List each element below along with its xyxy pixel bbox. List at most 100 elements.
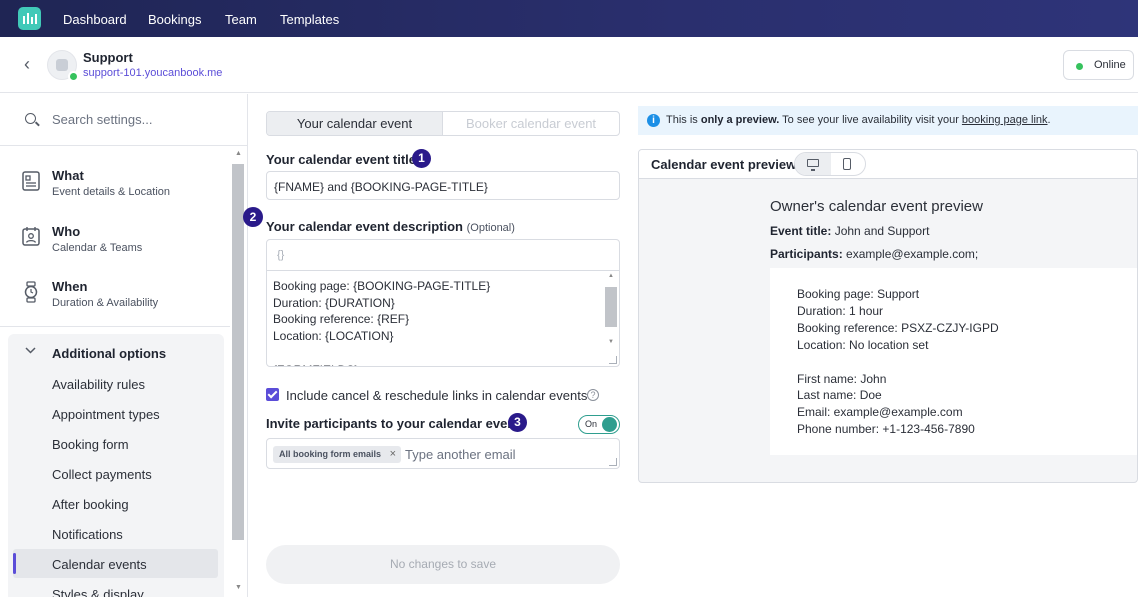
preview-body: Booking page: Support Duration: 1 hour B… (770, 268, 1137, 455)
online-status-label: Online (1094, 59, 1126, 71)
page-name: Support (83, 50, 133, 65)
sidebar-section-subtitle: Duration & Availability (52, 297, 159, 309)
sidebar-item-collect-payments[interactable]: Collect payments (52, 467, 152, 482)
event-title-field[interactable]: {FNAME} and {BOOKING-PAGE-TITLE} (266, 171, 620, 200)
app-logo-icon[interactable] (18, 7, 41, 30)
sidebar-item-notifications[interactable]: Notifications (52, 527, 123, 542)
online-status-button[interactable]: Online (1063, 50, 1134, 80)
step-badge-1: 1 (412, 149, 431, 168)
preview-title: Calendar event preview (651, 157, 797, 172)
remove-chip-icon[interactable]: × (390, 446, 396, 463)
preview-info-banner: i This is only a preview. To see your li… (638, 106, 1138, 135)
preview-description: Booking page: Support Duration: 1 hour B… (797, 287, 999, 437)
sidebar-section-title: What (52, 168, 84, 183)
description-scrollbar[interactable]: ▲ ▼ (605, 273, 617, 349)
description-label-text: Your calendar event description (266, 219, 463, 234)
include-links-checkbox[interactable] (266, 388, 279, 401)
include-links-label[interactable]: Include cancel & reschedule links in cal… (286, 388, 587, 403)
sidebar-item-booking-form[interactable]: Booking form (52, 437, 129, 452)
nav-team[interactable]: Team (225, 12, 257, 27)
event-title-value: John and Support (834, 224, 930, 238)
event-title-value: {FNAME} and {BOOKING-PAGE-TITLE} (274, 180, 488, 194)
save-button[interactable]: No changes to save (266, 545, 620, 584)
nav-bookings[interactable]: Bookings (148, 12, 201, 27)
back-chevron-icon[interactable]: ‹ (18, 55, 36, 73)
settings-search[interactable]: Search settings... (0, 94, 247, 146)
invite-participants-toggle[interactable]: On (578, 415, 620, 434)
watch-icon (24, 281, 38, 303)
tab-your-calendar-event[interactable]: Your calendar event (267, 112, 443, 135)
resize-handle-icon[interactable] (609, 356, 617, 364)
chevron-down-icon[interactable] (25, 346, 36, 356)
sidebar-item-after-booking[interactable]: After booking (52, 497, 129, 512)
search-input[interactable]: Search settings... (52, 112, 152, 127)
help-icon[interactable]: ? (587, 389, 599, 401)
resize-handle-icon[interactable] (609, 458, 617, 466)
sidebar-item-styles-display[interactable]: Styles & display (52, 587, 144, 597)
sidebar-section-when[interactable]: When Duration & Availability (0, 269, 230, 325)
page-header: ‹ Support support-101.youcanbook.me Onli… (0, 37, 1138, 93)
event-description-label: Your calendar event description (Optiona… (266, 219, 515, 234)
device-toggle (794, 152, 866, 176)
additional-options-group: Additional options Availability rules Ap… (8, 334, 224, 597)
event-description-textarea[interactable]: Booking page: {BOOKING-PAGE-TITLE} Durat… (273, 278, 603, 366)
info-text: This is only a preview. To see your live… (666, 114, 1051, 126)
sidebar-section-who[interactable]: Who Calendar & Teams (0, 214, 230, 270)
nav-dashboard[interactable]: Dashboard (63, 12, 127, 27)
sidebar-item-calendar-events[interactable]: Calendar events (52, 557, 147, 572)
booking-page-link[interactable]: booking page link (962, 114, 1048, 126)
top-navigation: Dashboard Bookings Team Templates (0, 0, 1138, 37)
info-suffix: . (1047, 114, 1051, 126)
document-icon (22, 171, 40, 191)
step-badge-2: 2 (243, 207, 263, 227)
booking-page-icon (56, 59, 68, 71)
active-indicator (13, 553, 16, 574)
info-middle: To see your live availability visit your (779, 114, 962, 126)
participants-key: Participants: (770, 247, 843, 261)
event-description-editor[interactable]: {} Booking page: {BOOKING-PAGE-TITLE} Du… (266, 239, 620, 367)
preview-heading: Owner's calendar event preview (770, 198, 983, 215)
sidebar-section-title: When (52, 279, 88, 294)
info-bold: only a preview. (700, 114, 780, 126)
sidebar-item-availability-rules[interactable]: Availability rules (52, 377, 145, 392)
sidebar-divider (0, 326, 230, 327)
insert-variable-icon[interactable]: {} (277, 249, 284, 261)
step-badge-3: 3 (508, 413, 527, 432)
tab-booker-calendar-event[interactable]: Booker calendar event (443, 112, 619, 135)
scrollbar-thumb[interactable] (605, 287, 617, 327)
scroll-down-icon[interactable]: ▼ (235, 584, 242, 591)
avatar (47, 50, 79, 82)
email-chip-label: All booking form emails (279, 449, 382, 459)
sidebar-section-what[interactable]: What Event details & Location (0, 158, 230, 214)
scrollbar-thumb[interactable] (232, 164, 244, 540)
optional-note: (Optional) (466, 222, 515, 234)
monitor-icon (807, 159, 819, 171)
invite-emails-field[interactable]: All booking form emails × Type another e… (266, 438, 620, 469)
contact-card-icon (22, 227, 40, 246)
event-title-label: Your calendar event title (266, 152, 417, 167)
toggle-knob (602, 417, 617, 432)
scroll-down-icon[interactable]: ▼ (608, 339, 614, 345)
calendar-event-preview-panel: Calendar event preview Owner's calendar … (638, 149, 1138, 483)
info-icon: i (647, 114, 660, 127)
settings-sidebar: Search settings... What Event details & … (0, 94, 248, 597)
nav-templates[interactable]: Templates (280, 12, 339, 27)
desktop-view-button[interactable] (795, 153, 831, 175)
toggle-state-label: On (585, 419, 598, 429)
event-type-tabs: Your calendar event Booker calendar even… (266, 111, 620, 136)
invite-participants-label: Invite participants to your calendar eve… (266, 416, 520, 431)
event-title-key: Event title: (770, 224, 832, 238)
preview-header: Calendar event preview (639, 150, 1137, 179)
scroll-up-icon[interactable]: ▲ (235, 150, 242, 157)
editor-toolbar: {} (267, 240, 619, 271)
sidebar-section-subtitle: Calendar & Teams (52, 242, 143, 254)
online-dot-icon (1076, 63, 1083, 70)
additional-options-title[interactable]: Additional options (52, 346, 166, 361)
scroll-up-icon[interactable]: ▲ (608, 273, 614, 279)
page-url-link[interactable]: support-101.youcanbook.me (83, 67, 222, 79)
mobile-view-button[interactable] (831, 153, 865, 175)
email-input[interactable]: Type another email (405, 447, 516, 462)
sidebar-section-subtitle: Event details & Location (52, 186, 171, 198)
sidebar-item-appointment-types[interactable]: Appointment types (52, 407, 160, 422)
info-prefix: This is (666, 114, 701, 126)
